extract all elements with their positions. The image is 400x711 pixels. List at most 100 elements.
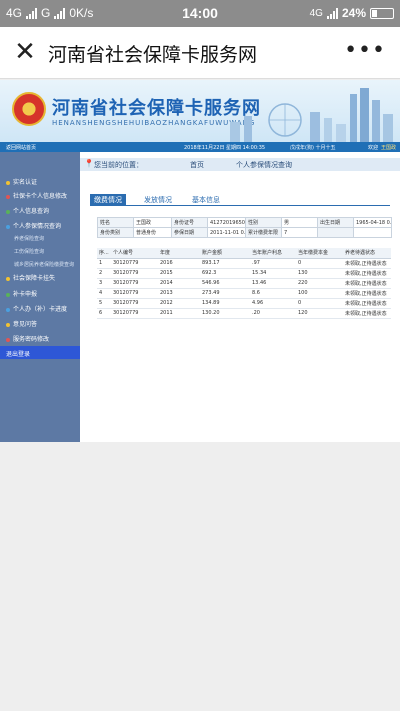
bullet-icon	[6, 322, 10, 327]
sidebar-item-reissue[interactable]: 补卡申报	[0, 289, 80, 298]
sidebar-item-info-query[interactable]: 个人信息查询	[0, 206, 80, 215]
national-emblem-icon	[12, 92, 46, 126]
tab-bar: 缴费情况 发放情况 基本信息	[90, 194, 390, 206]
bullet-icon	[6, 180, 10, 185]
table-cell: 累计缴费年限	[245, 227, 282, 238]
lunar-date: 戊戌年(狗) 十月十五	[290, 145, 336, 151]
user-name: 王国政	[381, 145, 397, 151]
table-cell: 4	[97, 288, 111, 299]
more-icon[interactable]: •••	[344, 38, 386, 63]
table-row: 姓名 王国政 身份证号 41272019650... 性别 男 出生日期 196…	[97, 217, 392, 228]
current-datetime: 2018年11月22日 星期四 14:00:35	[184, 145, 266, 151]
city-skyline-icon	[230, 88, 393, 142]
table-row: 6 30120779 2011 130.20.20 120 未领取,正待遇状态	[97, 308, 391, 319]
site-banner: 河南省社会保障卡服务网 HENANSHENGSHEHUIBAOZHANGKAFU…	[0, 80, 400, 142]
column-header: 当年缴费本金	[296, 248, 343, 259]
table-cell: 30120779	[111, 308, 158, 319]
table-cell	[353, 227, 392, 238]
table-cell: 120	[296, 308, 343, 319]
payment-history-table: 序... 个人编号 年度 账户金额 当年账户利息 当年缴费本金 养老待遇状态 1…	[97, 248, 391, 319]
close-icon[interactable]: ✕	[10, 37, 40, 67]
personal-info-table: 姓名 王国政 身份证号 41272019650... 性别 男 出生日期 196…	[97, 217, 392, 238]
table-cell: 未领取,正待遇状态	[343, 268, 391, 279]
page-title: 河南省社会保障卡服务网	[48, 44, 258, 66]
table-cell: 41272019650...	[207, 217, 246, 228]
tab-payment[interactable]: 缴费情况	[90, 194, 126, 206]
table-cell: 出生日期	[317, 217, 354, 228]
column-header: 当年账户利息	[250, 248, 296, 259]
table-cell: 30120779	[111, 278, 158, 289]
tab-disbursement[interactable]: 发放情况	[140, 194, 176, 206]
table-row: 5 30120779 2012 134.89 4.96 0 未领取,正待遇状态	[97, 298, 391, 309]
table-cell: 未领取,正待遇状态	[343, 258, 391, 269]
table-cell: 性别	[245, 217, 282, 228]
sidebar-item-card-progress[interactable]: 个人办（补）卡进度	[0, 304, 80, 313]
bullet-icon	[6, 292, 10, 297]
table-cell: 2016	[158, 258, 200, 269]
sidebar-item-logout[interactable]: 退出登录	[0, 346, 80, 359]
table-cell: 未领取,正待遇状态	[343, 278, 391, 289]
table-row: 身份类别 普通身份 参保日期 2011-11-01 0... 累计缴费年限 7	[97, 227, 392, 238]
table-cell: 未领取,正待遇状态	[343, 298, 391, 309]
table-cell: 身份证号	[171, 217, 208, 228]
sidebar-item-insurance-query[interactable]: 个人参保情况查询	[0, 221, 80, 230]
sidebar-item-edit-info[interactable]: 社保卡个人信息修改	[0, 191, 80, 200]
top-info-strip: 返回网站首页 2018年11月22日 星期四 14:00:35 戊戌年(狗) 十…	[0, 142, 400, 152]
table-cell: 2	[97, 268, 111, 279]
sidebar-item-change-password[interactable]: 服务密码修改	[0, 334, 80, 343]
table-cell: 30120779	[111, 258, 158, 269]
sidebar-item-qa[interactable]: 意见问答	[0, 319, 80, 328]
sidebar-subitem-injury[interactable]: 工伤保险查询	[0, 248, 80, 255]
sidebar-item-realname[interactable]: 实名认证	[0, 177, 80, 186]
title-bar: ✕ 河南省社会保障卡服务网 •••	[0, 27, 400, 79]
table-cell: 1965-04-18 0...	[353, 217, 392, 228]
table-cell: 130.20	[200, 308, 250, 319]
table-cell: 2013	[158, 288, 200, 299]
sidebar-item-report-loss[interactable]: 社会保障卡挂失	[0, 273, 80, 282]
battery-icon	[370, 7, 394, 19]
breadcrumb-home[interactable]: 首页	[190, 160, 204, 170]
table-cell: 15.34	[250, 268, 296, 279]
network-label-3: 4G	[309, 7, 323, 19]
table-cell: 5	[97, 298, 111, 309]
table-cell: 100	[296, 288, 343, 299]
sidebar: 实名认证 社保卡个人信息修改 个人信息查询 个人参保情况查询 养老保险查询 工伤…	[0, 152, 80, 442]
bullet-icon	[6, 209, 10, 214]
table-cell: 134.89	[200, 298, 250, 309]
breadcrumb: 📍 您当前的位置： 首页 个人参保情况查询	[80, 158, 400, 171]
bullet-icon	[6, 224, 10, 229]
bullet-icon	[6, 337, 10, 342]
table-cell: 4.96	[250, 298, 296, 309]
table-cell: 30120779	[111, 268, 158, 279]
table-cell: 0	[296, 258, 343, 269]
column-header: 个人编号	[111, 248, 158, 259]
table-cell: 30120779	[111, 298, 158, 309]
table-cell: 未领取,正待遇状态	[343, 308, 391, 319]
return-home-link[interactable]: 返回网站首页	[6, 144, 36, 151]
table-cell: 王国政	[133, 217, 172, 228]
table-cell: 未领取,正待遇状态	[343, 288, 391, 299]
table-cell: 姓名	[97, 217, 134, 228]
bullet-icon	[6, 194, 10, 199]
location-pin-icon: 📍	[84, 159, 94, 168]
table-cell: .20	[250, 308, 296, 319]
battery-percent: 24%	[341, 6, 366, 20]
table-cell: 0	[296, 298, 343, 309]
table-cell: .97	[250, 258, 296, 269]
sidebar-subitem-resident-pension[interactable]: 城乡居民养老保险缴费查询	[0, 261, 80, 268]
breadcrumb-current: 个人参保情况查询	[236, 161, 292, 169]
table-cell: 男	[281, 217, 318, 228]
sidebar-subitem-pension[interactable]: 养老保险查询	[0, 235, 80, 242]
table-cell: 30120779	[111, 288, 158, 299]
table-cell: 1	[97, 258, 111, 269]
table-cell: 273.49	[200, 288, 250, 299]
signal-icon-3	[326, 7, 338, 19]
table-cell	[317, 227, 354, 238]
tab-basic-info[interactable]: 基本信息	[188, 194, 224, 206]
column-header: 序...	[97, 248, 111, 259]
table-row: 1 30120779 2016 893.17.97 0 未领取,正待遇状态	[97, 258, 391, 269]
table-cell: 2011-11-01 0...	[207, 227, 246, 238]
table-cell: 身份类别	[97, 227, 134, 238]
column-header: 年度	[158, 248, 200, 259]
table-cell: 546.96	[200, 278, 250, 289]
